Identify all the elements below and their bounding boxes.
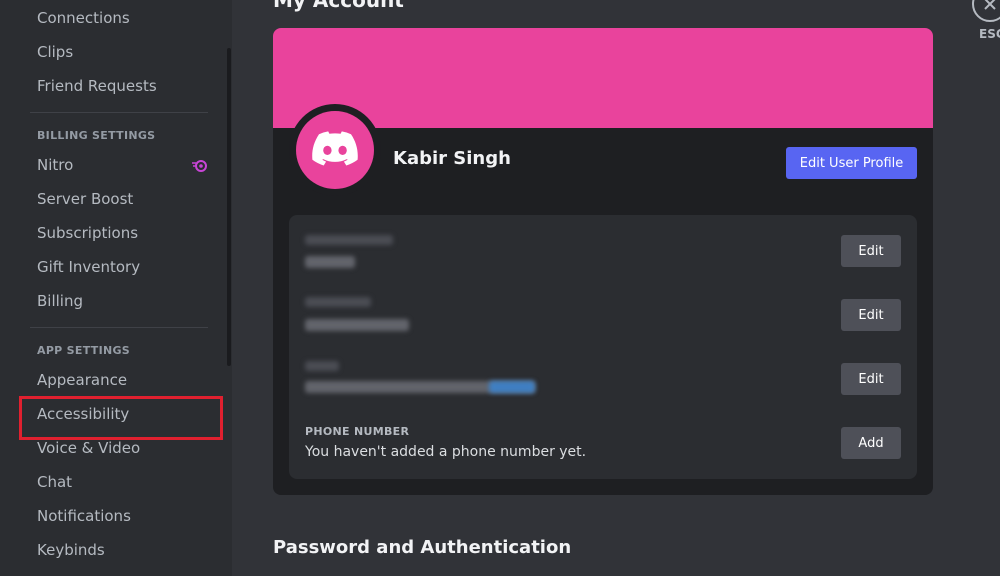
edit-user-profile-button[interactable]: Edit User Profile xyxy=(786,147,917,179)
discord-logo-icon xyxy=(312,131,358,166)
sidebar-item-appearance[interactable]: Appearance xyxy=(26,365,210,395)
redacted-field-label xyxy=(305,235,393,245)
app-settings-header: APP SETTINGS xyxy=(37,344,131,357)
accessibility-highlight-box xyxy=(19,396,223,440)
redacted-field-value xyxy=(305,256,355,268)
sidebar-item-server-boost[interactable]: Server Boost xyxy=(26,184,210,214)
profile-banner xyxy=(273,28,933,128)
esc-label: ESC xyxy=(979,27,1000,41)
redacted-reveal-link xyxy=(489,381,535,393)
sidebar-item-notifications[interactable]: Notifications xyxy=(26,501,210,531)
edit-field-3-button[interactable]: Edit xyxy=(841,363,901,395)
sidebar-item-billing[interactable]: Billing xyxy=(26,286,210,316)
avatar-image xyxy=(296,111,374,189)
avatar[interactable] xyxy=(289,104,381,196)
phone-number-value: You haven't added a phone number yet. xyxy=(305,444,587,460)
profile-username: Kabir Singh xyxy=(393,148,511,169)
sidebar-item-keybinds[interactable]: Keybinds xyxy=(26,535,210,565)
sidebar-item-subscriptions[interactable]: Subscriptions xyxy=(26,218,210,248)
account-card: Kabir Singh Edit User Profile Edit Edit … xyxy=(273,28,933,495)
sidebar-item-clips[interactable]: Clips xyxy=(26,37,210,67)
redacted-field-value xyxy=(305,319,409,331)
password-auth-heading: Password and Authentication xyxy=(273,537,572,558)
account-info-panel: Edit Edit Edit PHONE NUMBER You haven't … xyxy=(289,215,917,479)
sidebar-divider xyxy=(30,112,208,113)
sidebar-item-connections[interactable]: Connections xyxy=(26,3,210,33)
sidebar-item-nitro[interactable]: Nitro xyxy=(26,150,210,180)
sidebar-item-gift-inventory[interactable]: Gift Inventory xyxy=(26,252,210,282)
add-phone-button[interactable]: Add xyxy=(841,427,901,459)
edit-field-2-button[interactable]: Edit xyxy=(841,299,901,331)
sidebar-item-friend-requests[interactable]: Friend Requests xyxy=(26,71,210,101)
sidebar-item-chat[interactable]: Chat xyxy=(26,467,210,497)
sidebar-divider xyxy=(30,327,208,328)
settings-sidebar: Connections Clips Friend Requests BILLIN… xyxy=(0,0,232,576)
page-title: My Account xyxy=(273,0,404,12)
close-icon xyxy=(984,0,996,10)
phone-number-label: PHONE NUMBER xyxy=(305,425,410,438)
sidebar-scrollbar[interactable] xyxy=(227,48,231,366)
edit-field-1-button[interactable]: Edit xyxy=(841,235,901,267)
nitro-icon xyxy=(192,158,208,174)
redacted-field-label xyxy=(305,361,339,371)
close-button[interactable] xyxy=(972,0,1000,22)
billing-settings-header: BILLING SETTINGS xyxy=(37,129,156,142)
redacted-field-label xyxy=(305,297,371,307)
